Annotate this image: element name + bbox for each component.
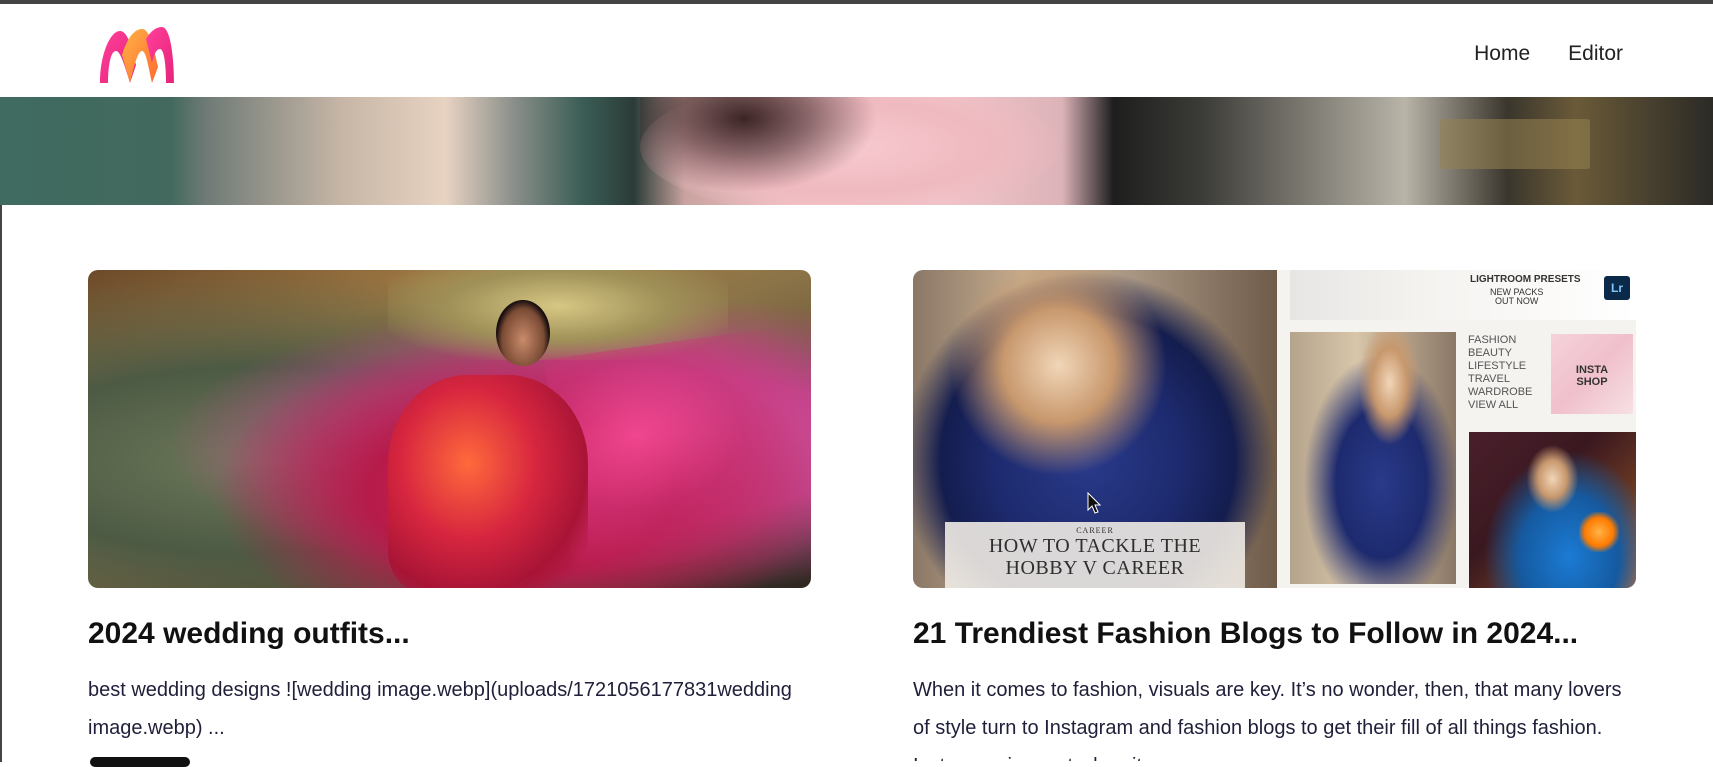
blog-card[interactable]: CAREER HOW TO TACKLE THE HOBBY V CAREER … <box>913 270 1636 761</box>
blog-card[interactable]: 2024 wedding outfits... best wedding des… <box>88 270 811 761</box>
collage-caption-line2: HOBBY V CAREER <box>1005 557 1185 579</box>
collage-insta-shop: INSTA SHOP <box>1551 334 1633 414</box>
image-lehenga <box>388 375 588 588</box>
blog-card-excerpt: When it comes to fashion, visuals are ke… <box>913 679 1622 761</box>
blog-card-excerpt: best wedding designs ![wedding image.web… <box>88 679 792 739</box>
read-more-button[interactable] <box>90 757 190 767</box>
blog-card-title[interactable]: 2024 wedding outfits... <box>88 615 811 653</box>
hero-sign <box>1440 119 1590 169</box>
collage-caption-kicker: CAREER <box>1076 526 1114 535</box>
hero-banner-image <box>0 97 1713 205</box>
insta-line2: SHOP <box>1576 376 1608 388</box>
collage-menu-item: LIFESTYLE <box>1468 360 1527 372</box>
myntra-logo[interactable] <box>96 25 178 85</box>
blog-card-image[interactable]: CAREER HOW TO TACKLE THE HOBBY V CAREER … <box>913 270 1636 588</box>
nav-home-link[interactable]: Home <box>1474 42 1530 66</box>
image-bride-head <box>496 300 550 366</box>
lightroom-icon: Lr <box>1604 276 1630 300</box>
main-nav: Home Editor <box>1474 42 1623 66</box>
collage-menu: FASHION BEAUTY LIFESTYLE TRAVEL WARDROBE… <box>1468 334 1558 412</box>
presets-title: LIGHTROOM PRESETS <box>1470 274 1581 285</box>
collage-menu-item: BEAUTY <box>1468 347 1513 359</box>
collage-menu-item: WARDROBE <box>1468 386 1533 398</box>
collage-caption: CAREER HOW TO TACKLE THE HOBBY V CAREER <box>945 522 1245 588</box>
blog-card-title[interactable]: 21 Trendiest Fashion Blogs to Follow in … <box>913 615 1636 653</box>
nav-editor-link[interactable]: Editor <box>1568 42 1623 66</box>
collage-presets-banner: LIGHTROOM PRESETS NEW PACKS OUT NOW Lr <box>1290 270 1636 320</box>
presets-subtitle: NEW PACKS OUT NOW <box>1490 288 1543 306</box>
collage-menu-item: TRAVEL <box>1468 373 1510 385</box>
collage-caption-line1: HOW TO TACKLE THE <box>988 535 1202 557</box>
blog-card-image[interactable] <box>88 270 811 588</box>
insta-line1: INSTA <box>1575 364 1609 376</box>
fireplace <box>1579 512 1619 552</box>
presets-sub-2: OUT NOW <box>1495 296 1539 306</box>
collage-thumb-2 <box>1290 332 1456 584</box>
site-header: Home Editor <box>0 4 1713 97</box>
collage-menu-item: FASHION <box>1468 334 1517 346</box>
mouse-cursor-icon <box>1087 492 1101 514</box>
collage-thumb-3 <box>1469 432 1636 588</box>
hero-hair <box>640 97 900 205</box>
collage-menu-item: VIEW ALL <box>1468 399 1519 411</box>
myntra-logo-icon <box>100 27 174 83</box>
